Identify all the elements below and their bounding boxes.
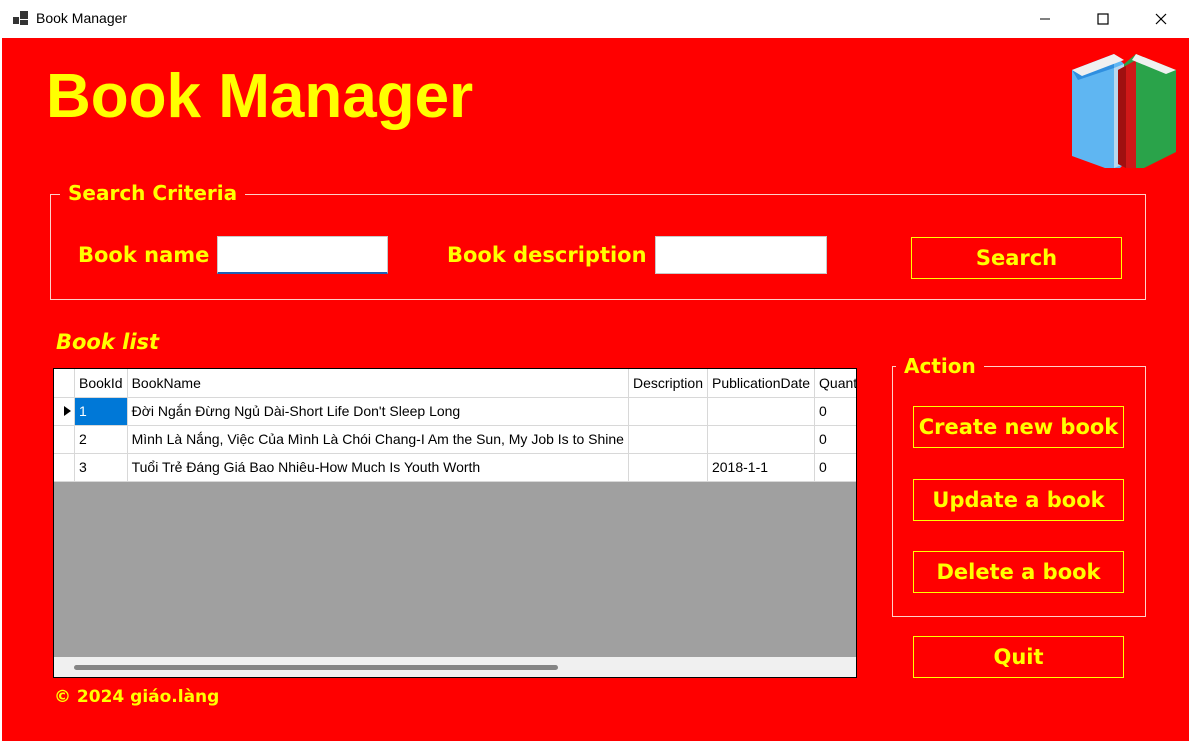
table-header-row: BookId BookName Description PublicationD… bbox=[54, 369, 856, 398]
row-header-corner bbox=[54, 369, 75, 398]
book-description-input[interactable] bbox=[655, 236, 827, 274]
main-form: Book Manager Search Criteria Book name B… bbox=[2, 38, 1189, 741]
quit-button[interactable]: Quit bbox=[913, 636, 1124, 678]
book-description-label: Book description bbox=[447, 243, 647, 267]
cell-quantity[interactable]: 0 bbox=[814, 453, 856, 482]
table-row[interactable]: 1 Đời Ngắn Đừng Ngủ Dài-Short Life Don't… bbox=[54, 397, 856, 426]
title-bar: Book Manager bbox=[0, 0, 1191, 38]
cell-quantity[interactable]: 0 bbox=[814, 425, 856, 454]
window-title: Book Manager bbox=[36, 10, 128, 26]
create-book-button[interactable]: Create new book bbox=[913, 406, 1124, 448]
maximize-icon bbox=[1097, 13, 1109, 25]
cell-bookname[interactable]: Đời Ngắn Đừng Ngủ Dài-Short Life Don't S… bbox=[127, 397, 629, 426]
cell-description[interactable] bbox=[628, 453, 708, 482]
copyright-footer: © 2024 giáo.làng bbox=[54, 687, 220, 707]
cell-publicationdate[interactable] bbox=[707, 425, 816, 454]
delete-book-button[interactable]: Delete a book bbox=[913, 551, 1124, 593]
column-header-description[interactable]: Description bbox=[628, 369, 708, 398]
search-button[interactable]: Search bbox=[911, 237, 1122, 279]
cell-description[interactable] bbox=[628, 397, 708, 426]
row-header[interactable] bbox=[54, 397, 75, 426]
cell-bookid[interactable]: 1 bbox=[74, 397, 128, 426]
column-header-quantity[interactable]: Quantity bbox=[814, 369, 856, 398]
cell-bookid[interactable]: 3 bbox=[74, 453, 128, 482]
close-button[interactable] bbox=[1132, 0, 1190, 38]
cell-publicationdate[interactable] bbox=[707, 397, 816, 426]
row-header[interactable] bbox=[54, 425, 75, 454]
update-book-button[interactable]: Update a book bbox=[913, 479, 1124, 521]
table-row[interactable]: 3 Tuổi Trẻ Đáng Giá Bao Nhiêu-How Much I… bbox=[54, 453, 856, 482]
current-row-arrow-icon bbox=[64, 406, 71, 416]
horizontal-scrollbar[interactable] bbox=[54, 657, 856, 677]
minimize-button[interactable] bbox=[1016, 0, 1074, 38]
search-criteria-legend: Search Criteria bbox=[60, 181, 246, 205]
cell-bookid[interactable]: 2 bbox=[74, 425, 128, 454]
app-window-icon bbox=[13, 11, 29, 27]
book-icon bbox=[1072, 54, 1176, 168]
cell-description[interactable] bbox=[628, 425, 708, 454]
cell-bookname[interactable]: Tuổi Trẻ Đáng Giá Bao Nhiêu-How Much Is … bbox=[127, 453, 629, 482]
book-name-input[interactable] bbox=[217, 236, 388, 274]
column-header-bookid[interactable]: BookId bbox=[74, 369, 128, 398]
maximize-button[interactable] bbox=[1074, 0, 1132, 38]
page-title: Book Manager bbox=[46, 62, 474, 131]
table-row[interactable]: 2 Mình Là Nắng, Việc Của Mình Là Chói Ch… bbox=[54, 425, 856, 454]
close-icon bbox=[1155, 13, 1167, 25]
column-header-bookname[interactable]: BookName bbox=[127, 369, 629, 398]
book-data-grid[interactable]: BookId BookName Description PublicationD… bbox=[53, 368, 857, 678]
book-table: BookId BookName Description PublicationD… bbox=[54, 369, 856, 482]
book-name-label: Book name bbox=[78, 243, 210, 267]
cell-bookname[interactable]: Mình Là Nắng, Việc Của Mình Là Chói Chan… bbox=[127, 425, 629, 454]
action-legend: Action bbox=[896, 354, 984, 378]
minimize-icon bbox=[1040, 18, 1050, 20]
row-header[interactable] bbox=[54, 453, 75, 482]
book-list-title: Book list bbox=[56, 330, 160, 354]
column-header-publicationdate[interactable]: PublicationDate bbox=[707, 369, 816, 398]
cell-quantity[interactable]: 0 bbox=[814, 397, 856, 426]
scrollbar-thumb[interactable] bbox=[74, 665, 558, 670]
cell-publicationdate[interactable]: 2018-1-1 bbox=[707, 453, 816, 482]
